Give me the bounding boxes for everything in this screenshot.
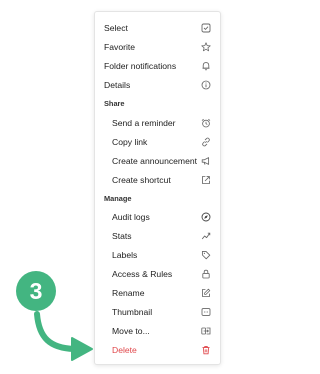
chart-icon — [201, 231, 211, 241]
step-number-badge: 3 — [16, 271, 56, 311]
manage-section-title: Manage — [104, 194, 132, 203]
menu-item-label: Move to... — [112, 326, 150, 336]
menu-item-create-announcement[interactable]: Create announcement — [95, 152, 220, 170]
alarm-clock-icon — [201, 118, 211, 128]
menu-item-label: Copy link — [112, 137, 148, 147]
menu-item-audit-logs[interactable]: Audit logs — [95, 208, 220, 226]
menu-item-copy-link[interactable]: Copy link — [95, 133, 220, 151]
context-menu: Select Favorite Folder notifications Det… — [94, 11, 221, 365]
checkbox-icon — [201, 23, 211, 33]
menu-item-label: Folder notifications — [104, 61, 177, 71]
menu-item-details[interactable]: Details — [95, 76, 220, 94]
menu-item-label: Stats — [112, 231, 132, 241]
megaphone-icon — [201, 156, 211, 166]
menu-item-send-reminder[interactable]: Send a reminder — [95, 114, 220, 132]
menu-item-move-to[interactable]: Move to... — [95, 322, 220, 340]
share-section-title: Share — [104, 99, 125, 108]
menu-item-favorite[interactable]: Favorite — [95, 38, 220, 56]
menu-item-label: Delete — [112, 345, 137, 355]
menu-item-label: Send a reminder — [112, 118, 176, 128]
menu-item-labels[interactable]: Labels — [95, 246, 220, 264]
menu-item-label: Favorite — [104, 42, 136, 52]
menu-item-label: Create announcement — [112, 156, 198, 166]
menu-item-label: Details — [104, 80, 131, 90]
tag-icon — [201, 250, 211, 260]
menu-item-label: Rename — [112, 288, 145, 298]
edit-icon — [201, 288, 211, 298]
star-icon — [201, 42, 211, 52]
shortcut-icon — [201, 175, 211, 185]
menu-item-select[interactable]: Select — [95, 19, 220, 37]
menu-item-label: Labels — [112, 250, 138, 260]
lock-icon — [201, 269, 211, 279]
menu-item-stats[interactable]: Stats — [95, 227, 220, 245]
menu-item-create-shortcut[interactable]: Create shortcut — [95, 171, 220, 189]
info-icon — [201, 80, 211, 90]
compass-icon — [201, 212, 211, 222]
menu-item-label: Create shortcut — [112, 175, 171, 185]
menu-item-rename[interactable]: Rename — [95, 284, 220, 302]
link-icon — [201, 137, 211, 147]
menu-item-label: Access & Rules — [112, 269, 173, 279]
image-icon — [201, 307, 211, 317]
menu-item-folder-notifications[interactable]: Folder notifications — [95, 57, 220, 75]
menu-item-label: Select — [104, 23, 128, 33]
menu-item-access-rules[interactable]: Access & Rules — [95, 265, 220, 283]
menu-item-delete[interactable]: Delete — [95, 341, 220, 359]
trash-icon — [201, 345, 211, 355]
menu-item-thumbnail[interactable]: Thumbnail — [95, 303, 220, 321]
menu-item-label: Audit logs — [112, 212, 150, 222]
menu-item-label: Thumbnail — [112, 307, 153, 317]
move-icon — [201, 326, 211, 336]
bell-icon — [201, 61, 211, 71]
